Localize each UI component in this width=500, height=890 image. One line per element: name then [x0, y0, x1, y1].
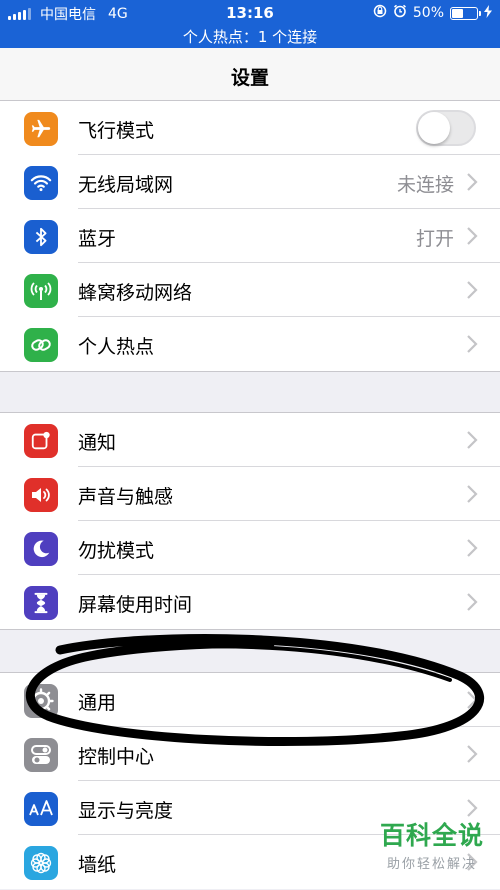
hourglass-icon [24, 586, 58, 620]
row-label: 通知 [78, 432, 117, 454]
chevron-right-icon [467, 173, 478, 191]
settings-group-notifications: 通知 声音与触感 勿扰模式 屏幕使用时间 [0, 412, 500, 630]
row-label: 声音与触感 [78, 486, 174, 508]
watermark-subtitle: 助你轻松解决 [386, 857, 477, 872]
row-notifications[interactable]: 通知 [0, 413, 500, 467]
chevron-right-icon [467, 539, 478, 557]
settings-group-connectivity: 飞行模式 无线局域网 未连接 蓝牙 打开 蜂窝移动网络 个人热点 [0, 100, 500, 372]
hotspot-link-icon [24, 328, 58, 362]
row-wifi[interactable]: 无线局域网 未连接 [0, 155, 500, 209]
row-label: 飞行模式 [78, 120, 155, 142]
row-bluetooth[interactable]: 蓝牙 打开 [0, 209, 500, 263]
switches-icon [24, 738, 58, 772]
airplane-mode-toggle[interactable] [416, 110, 476, 146]
row-label: 勿扰模式 [78, 540, 155, 562]
row-airplane-mode[interactable]: 飞行模式 [0, 101, 500, 155]
status-bar: 中国电信 4G 13:16 50% 个人热点：1 个连接 [0, 0, 500, 48]
moon-icon [24, 532, 58, 566]
alarm-icon [393, 4, 407, 22]
row-label: 控制中心 [78, 746, 155, 768]
row-value: 打开 [415, 228, 454, 250]
antenna-icon [24, 274, 58, 308]
gear-icon [24, 684, 58, 718]
row-label: 蓝牙 [78, 228, 117, 250]
row-general[interactable]: 通用 [0, 673, 500, 727]
bluetooth-icon [24, 220, 58, 254]
row-label: 个人热点 [78, 336, 155, 358]
chevron-right-icon [467, 431, 478, 449]
chevron-right-icon [467, 227, 478, 245]
row-label: 墙纸 [78, 854, 117, 876]
row-control-center[interactable]: 控制中心 [0, 727, 500, 781]
watermark-title: 百科全说 [379, 821, 484, 850]
chevron-right-icon [467, 485, 478, 503]
row-screen-time[interactable]: 屏幕使用时间 [0, 575, 500, 629]
chevron-right-icon [467, 281, 478, 299]
orientation-lock-icon [373, 4, 387, 22]
wifi-icon [24, 166, 58, 200]
page-title: 设置 [230, 67, 269, 89]
charging-bolt-icon [484, 4, 492, 22]
battery-icon [450, 6, 481, 20]
row-cellular[interactable]: 蜂窝移动网络 [0, 263, 500, 317]
navigation-bar: 设置 [0, 48, 500, 103]
watermark-logo: 百科全说 助你轻松解决 [380, 816, 484, 872]
row-label: 蜂窝移动网络 [78, 282, 193, 304]
hotspot-banner[interactable]: 个人热点：1 个连接 [0, 26, 500, 47]
row-sounds-haptics[interactable]: 声音与触感 [0, 467, 500, 521]
row-do-not-disturb[interactable]: 勿扰模式 [0, 521, 500, 575]
text-size-icon [24, 792, 58, 826]
chevron-right-icon [467, 335, 478, 353]
chevron-right-icon [467, 691, 478, 709]
row-value: 未连接 [396, 174, 454, 196]
row-personal-hotspot[interactable]: 个人热点 [0, 317, 500, 371]
battery-percent: 50% [412, 5, 444, 21]
airplane-icon [24, 112, 58, 146]
row-label: 显示与亮度 [78, 800, 174, 822]
row-label: 通用 [78, 692, 117, 714]
notification-icon [24, 424, 58, 458]
chevron-right-icon [467, 799, 478, 817]
battery-level [452, 8, 463, 18]
flower-icon [24, 846, 58, 880]
chevron-right-icon [467, 593, 478, 611]
speaker-icon [24, 478, 58, 512]
row-label: 无线局域网 [78, 174, 174, 196]
chevron-right-icon [467, 745, 478, 763]
toggle-knob [418, 112, 450, 144]
row-label: 屏幕使用时间 [78, 594, 193, 616]
